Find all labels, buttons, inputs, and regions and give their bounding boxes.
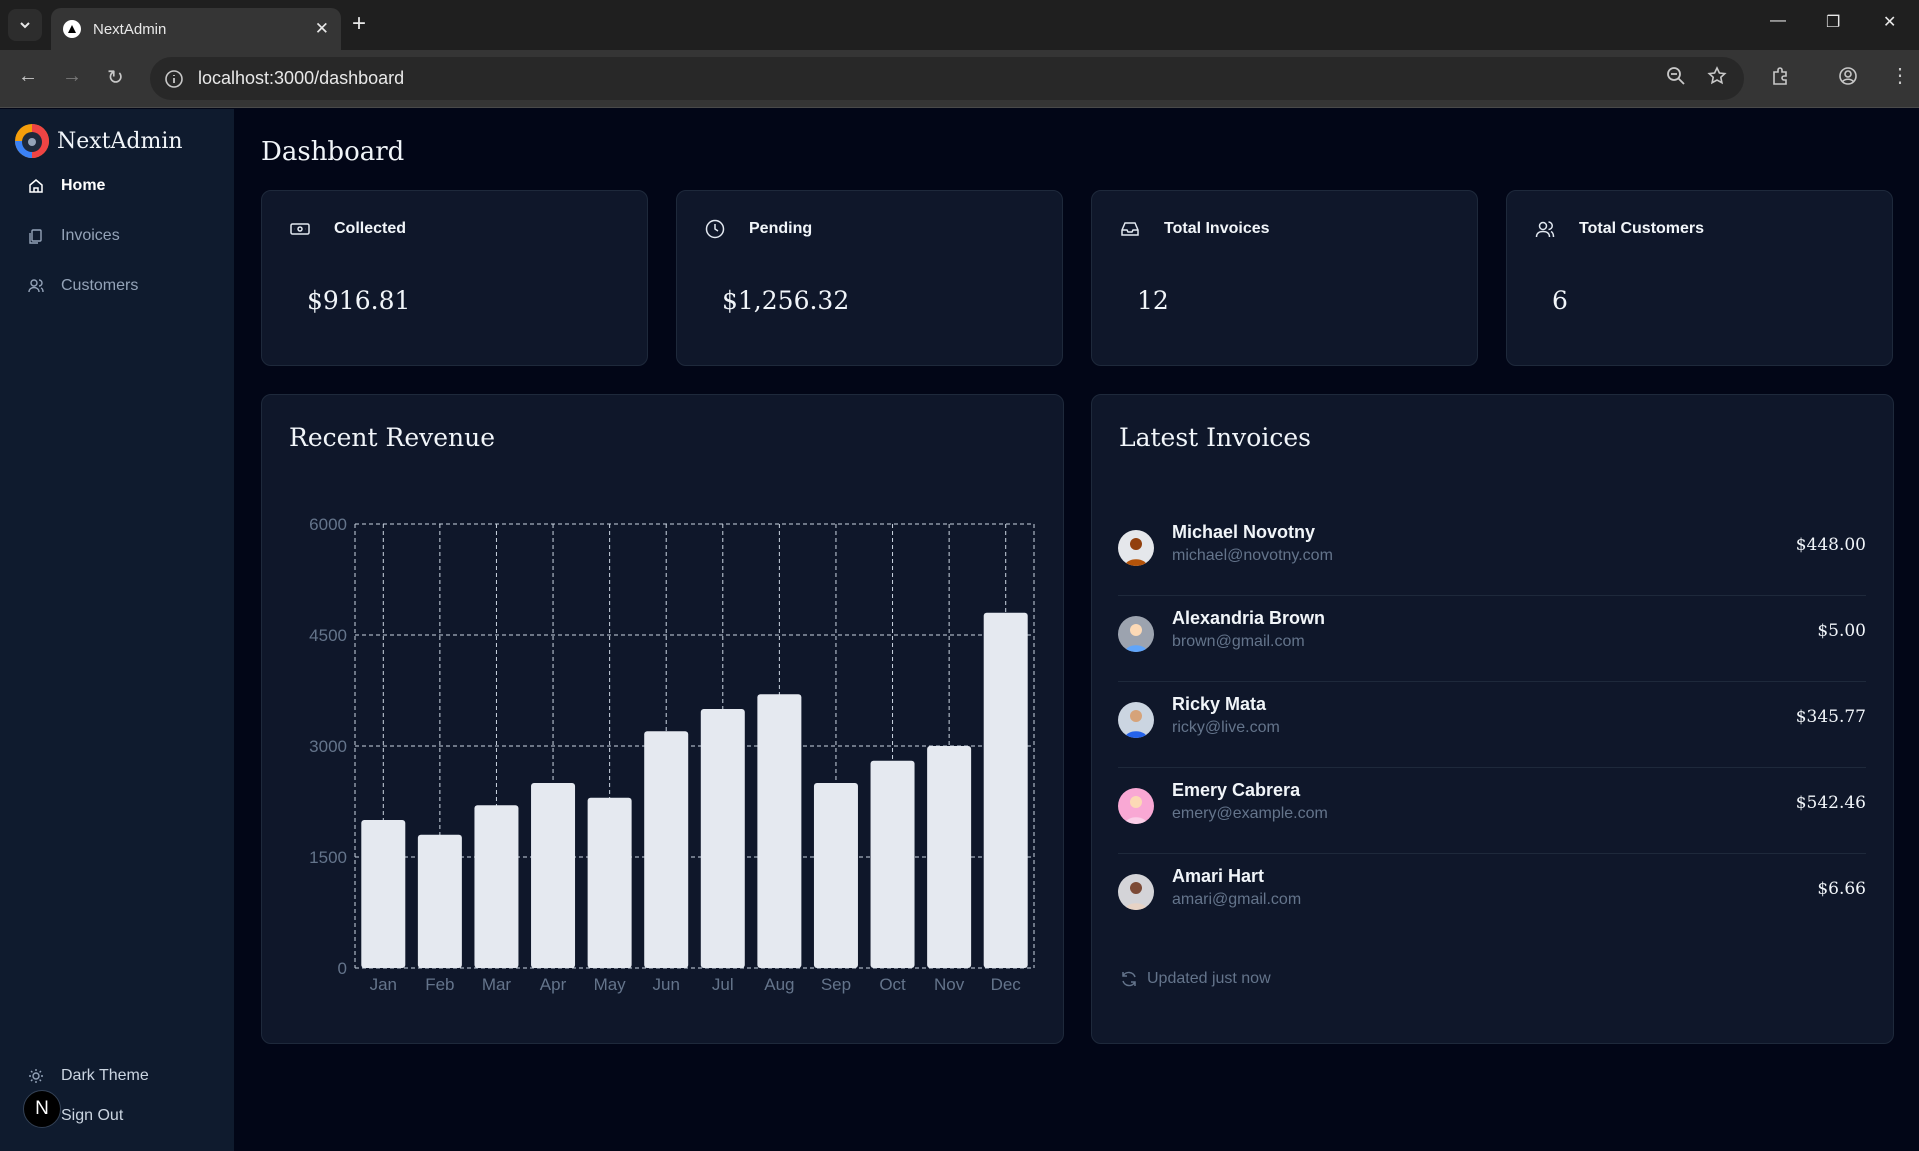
customer-email: amari@gmail.com [1172, 891, 1302, 908]
invoice-row[interactable]: Amari Hart amari@gmail.com $6.66 [1118, 854, 1866, 940]
invoice-amount: $345.77 [1795, 707, 1866, 727]
customer-avatar [1118, 530, 1154, 566]
invoice-amount: $448.00 [1795, 535, 1866, 555]
chart-x-tick: Jun [652, 975, 679, 994]
chart-bar [474, 805, 519, 968]
customer-name: Emery Cabrera [1172, 780, 1301, 800]
chart-bar [813, 783, 858, 968]
customer-email: michael@novotny.com [1172, 547, 1333, 564]
customer-name: Michael Novotny [1172, 522, 1316, 542]
refresh-icon [1122, 971, 1136, 987]
invoice-amount: $542.46 [1795, 793, 1866, 813]
invoice-row[interactable]: Ricky Mata ricky@live.com $345.77 [1118, 682, 1866, 768]
chart-bar [870, 760, 915, 968]
customer-avatar [1118, 874, 1154, 910]
chart-x-tick: Jul [712, 975, 734, 994]
chart-bar [757, 694, 802, 968]
chart-y-tick: 6000 [309, 515, 347, 534]
invoice-amount: $5.00 [1817, 621, 1866, 641]
chart-x-tick: Nov [934, 975, 965, 994]
invoice-row[interactable]: Alexandria Brown brown@gmail.com $5.00 [1118, 596, 1866, 682]
chart-bar [417, 834, 462, 968]
chart-x-tick: Jan [370, 975, 397, 994]
invoice-row[interactable]: Michael Novotny michael@novotny.com $448… [1118, 510, 1866, 596]
updated-status: Updated just now [1119, 969, 1271, 989]
chart-x-tick: Sep [821, 975, 851, 994]
chart-x-tick: Dec [991, 975, 1022, 994]
customer-name: Alexandria Brown [1172, 608, 1326, 628]
customer-avatar [1118, 616, 1154, 652]
customer-avatar [1118, 788, 1154, 824]
customer-name: Ricky Mata [1172, 694, 1267, 714]
updated-label: Updated just now [1147, 970, 1271, 987]
chart-x-tick: May [594, 975, 627, 994]
chart-bar [927, 746, 972, 968]
latest-invoices-title: Latest Invoices [1119, 423, 1311, 452]
chart-y-tick: 0 [338, 959, 347, 978]
chart-bar [983, 612, 1028, 968]
chart-bar [644, 731, 689, 968]
chart-x-tick: Apr [540, 975, 567, 994]
chart-bar [700, 709, 745, 968]
chart-bar [361, 820, 406, 968]
invoice-amount: $6.66 [1817, 879, 1866, 899]
chart-y-tick: 4500 [309, 626, 347, 645]
customer-avatar [1118, 702, 1154, 738]
chart-x-tick: Aug [764, 975, 794, 994]
chart-x-tick: Feb [425, 975, 454, 994]
customer-name: Amari Hart [1172, 866, 1265, 886]
chart-x-tick: Oct [879, 975, 906, 994]
chart-y-tick: 1500 [309, 848, 347, 867]
customer-email: emery@example.com [1172, 805, 1328, 822]
customer-email: brown@gmail.com [1172, 633, 1305, 650]
invoice-row[interactable]: Emery Cabrera emery@example.com $542.46 [1118, 768, 1866, 854]
customer-email: ricky@live.com [1172, 719, 1280, 736]
chart-x-tick: Mar [482, 975, 512, 994]
chart-y-tick: 3000 [309, 737, 347, 756]
chart-bar [531, 783, 576, 968]
chart-bar [587, 797, 632, 968]
